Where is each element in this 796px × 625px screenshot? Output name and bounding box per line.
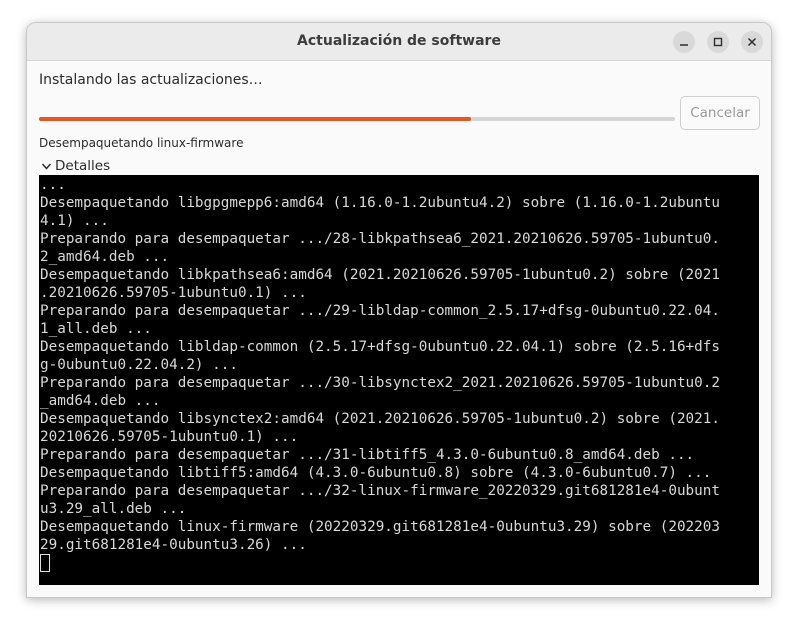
terminal-line: Desempaquetando libtiff5:amd64 (4.3.0-6u… bbox=[40, 465, 712, 481]
terminal-cursor bbox=[40, 554, 50, 572]
terminal-line: 29.git681281e4-0ubuntu3.26) ... bbox=[40, 537, 307, 553]
minimize-icon bbox=[680, 44, 688, 46]
terminal-line: ... bbox=[40, 177, 66, 193]
progress-bar bbox=[39, 117, 675, 121]
terminal-line: 20210626.59705-1ubuntu0.1) ... bbox=[40, 429, 299, 445]
terminal-line: u3.29_all.deb ... bbox=[40, 501, 187, 517]
chevron-down-icon bbox=[41, 163, 52, 170]
maximize-button[interactable] bbox=[707, 31, 729, 53]
terminal-line: _amd64.deb ... bbox=[40, 393, 161, 409]
window-title: Actualización de software bbox=[297, 33, 501, 49]
terminal-line: Desempaquetando libgpgmepp6:amd64 (1.16.… bbox=[40, 195, 720, 211]
current-action-label: Desempaquetando linux-firmware bbox=[39, 136, 244, 150]
close-button[interactable] bbox=[741, 31, 763, 53]
terminal-line: g-0ubuntu0.22.04.2) ... bbox=[40, 357, 238, 373]
title-bar[interactable]: Actualización de software bbox=[27, 23, 771, 61]
terminal-line: Desempaquetando libldap-common (2.5.17+d… bbox=[40, 339, 720, 355]
status-text: Instalando las actualizaciones… bbox=[39, 72, 263, 88]
progress-bar-fill bbox=[39, 117, 472, 121]
terminal-line: Preparando para desempaquetar .../32-lin… bbox=[40, 483, 720, 499]
terminal-line: 1_all.deb ... bbox=[40, 321, 152, 337]
software-updater-window: Actualización de software Instalando las… bbox=[26, 22, 772, 598]
terminal-lines: ... Desempaquetando libgpgmepp6:amd64 (1.… bbox=[40, 176, 720, 554]
terminal-line: Preparando para desempaquetar .../30-lib… bbox=[40, 375, 720, 391]
terminal-line: Preparando para desempaquetar .../29-lib… bbox=[40, 303, 720, 319]
terminal-line: 4.1) ... bbox=[40, 213, 109, 229]
terminal-line: Desempaquetando linux-firmware (20220329… bbox=[40, 519, 720, 535]
terminal-line: Preparando para desempaquetar .../31-lib… bbox=[40, 447, 695, 463]
close-icon bbox=[747, 37, 757, 47]
terminal-line: Desempaquetando libkpathsea6:amd64 (2021… bbox=[40, 267, 720, 283]
details-label: Detalles bbox=[55, 158, 111, 174]
terminal-line: .20210626.59705-1ubuntu0.1) ... bbox=[40, 285, 307, 301]
maximize-icon bbox=[713, 37, 723, 47]
terminal-line: 2_amd64.deb ... bbox=[40, 249, 170, 265]
terminal-line: Preparando para desempaquetar .../28-lib… bbox=[40, 231, 720, 247]
cancel-button[interactable]: Cancelar bbox=[680, 96, 760, 130]
terminal-line: Desempaquetando libsynctex2:amd64 (2021.… bbox=[40, 411, 720, 427]
minimize-button[interactable] bbox=[673, 31, 695, 53]
terminal-output[interactable]: ... Desempaquetando libgpgmepp6:amd64 (1.… bbox=[39, 175, 759, 585]
